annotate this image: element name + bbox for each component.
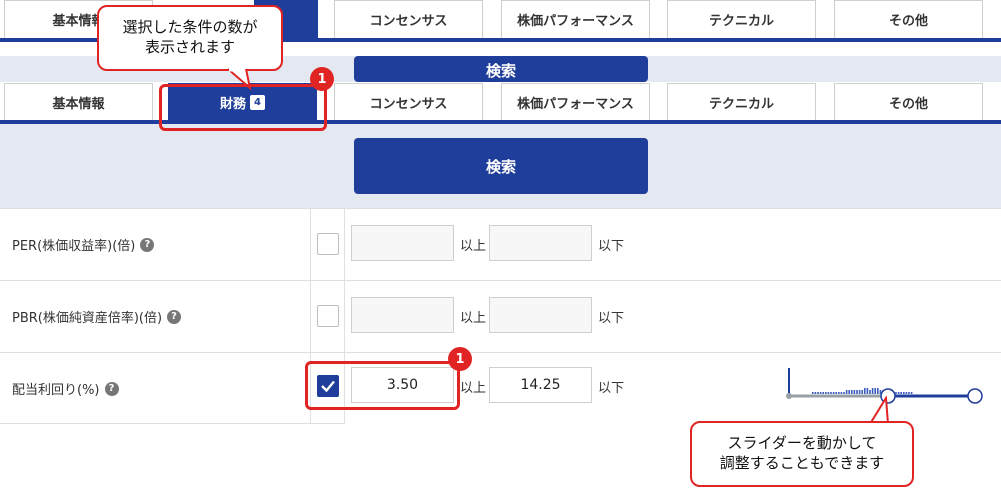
tab-performance[interactable]: 株価パフォーマンス [501, 83, 650, 121]
histogram-bar [871, 388, 874, 394]
tab-count-callout: 選択した条件の数が 表示されます [97, 5, 283, 71]
histogram-bar [905, 392, 908, 394]
histogram-bar [874, 388, 876, 394]
histogram-bar [830, 392, 832, 394]
pbr-below-label: 以下 [598, 311, 625, 326]
tab-bar: 基本情報 財務 4 コンセンサス 株価パフォーマンス テクニカル その他 [0, 83, 1001, 121]
tab-other[interactable]: その他 [834, 83, 983, 121]
histogram-bar [869, 390, 871, 394]
histogram-bar [851, 390, 853, 394]
criteria-label-cell: 配当利回り(%) ? [0, 353, 311, 424]
histogram-bar [856, 390, 858, 394]
histogram-bar [840, 392, 843, 394]
background-search-button[interactable]: 検索 [354, 56, 648, 82]
per-max-input[interactable] [489, 225, 592, 261]
histogram-bar [817, 392, 819, 394]
tab-consensus[interactable]: コンセンサス [334, 83, 483, 121]
per-below-label: 以下 [598, 239, 625, 254]
annotation-number: 1 [310, 67, 334, 91]
histogram-bar [845, 390, 848, 394]
histogram-bar [827, 392, 830, 394]
histogram-bar [910, 392, 913, 394]
criteria-label: PER(株価収益率)(倍) [12, 239, 136, 254]
tab-technical-bg[interactable]: テクニカル [667, 0, 816, 38]
histogram-bar [861, 390, 863, 394]
tab-consensus-bg[interactable]: コンセンサス [334, 0, 483, 38]
help-icon[interactable]: ? [104, 381, 119, 396]
histogram-bar [866, 388, 869, 394]
search-button[interactable]: 検索 [354, 138, 648, 194]
tab-highlight [159, 84, 327, 131]
per-above-label: 以上 [460, 239, 487, 254]
dividend-yield-above-label: 以上 [460, 381, 487, 396]
histogram-bar [858, 390, 861, 394]
histogram-bar [897, 392, 900, 394]
pbr-min-input[interactable] [351, 297, 454, 333]
slider-max-handle[interactable] [967, 388, 983, 404]
criteria-label: 配当利回り(%) [12, 383, 100, 398]
help-icon[interactable]: ? [140, 237, 155, 252]
histogram-bar [843, 392, 845, 394]
pbr-above-label: 以上 [460, 311, 487, 326]
criteria-label: PBR(株価純資産倍率)(倍) [12, 311, 163, 326]
histogram-bar [864, 388, 866, 394]
dividend-yield-max-input[interactable]: 14.25 [489, 367, 592, 403]
histogram-bar [812, 392, 814, 394]
histogram-bar [908, 392, 910, 394]
help-icon[interactable]: ? [167, 309, 182, 324]
histogram-bar [822, 392, 824, 394]
tab-performance-bg[interactable]: 株価パフォーマンス [501, 0, 650, 38]
histogram-bar [895, 392, 897, 394]
criteria-label-cell: PER(株価収益率)(倍) ? [0, 209, 311, 280]
criteria-label-cell: PBR(株価純資産倍率)(倍) ? [0, 281, 311, 352]
histogram-bar [900, 392, 902, 394]
pbr-max-input[interactable] [489, 297, 592, 333]
dividend-yield-below-label: 以下 [598, 381, 625, 396]
histogram-bar [814, 392, 817, 394]
histogram-bar [819, 392, 822, 394]
distribution-histogram [812, 388, 913, 394]
tab-other-bg[interactable]: その他 [834, 0, 983, 38]
histogram-bar [838, 392, 840, 394]
slider-callout: スライダーを動かして 調整することもできます [690, 421, 914, 487]
histogram-bar [903, 392, 905, 394]
histogram-bar [853, 390, 856, 394]
tab-basic-info[interactable]: 基本情報 [4, 83, 153, 121]
pbr-checkbox[interactable] [317, 305, 339, 327]
histogram-bar [835, 392, 837, 394]
annotation-number: 1 [448, 347, 472, 371]
histogram-bar [825, 392, 827, 394]
input-highlight [305, 361, 460, 410]
histogram-bar [848, 390, 850, 394]
tab-technical[interactable]: テクニカル [667, 83, 816, 121]
histogram-bar [877, 388, 879, 394]
histogram-bar [832, 392, 835, 394]
per-checkbox[interactable] [317, 233, 339, 255]
per-min-input[interactable] [351, 225, 454, 261]
